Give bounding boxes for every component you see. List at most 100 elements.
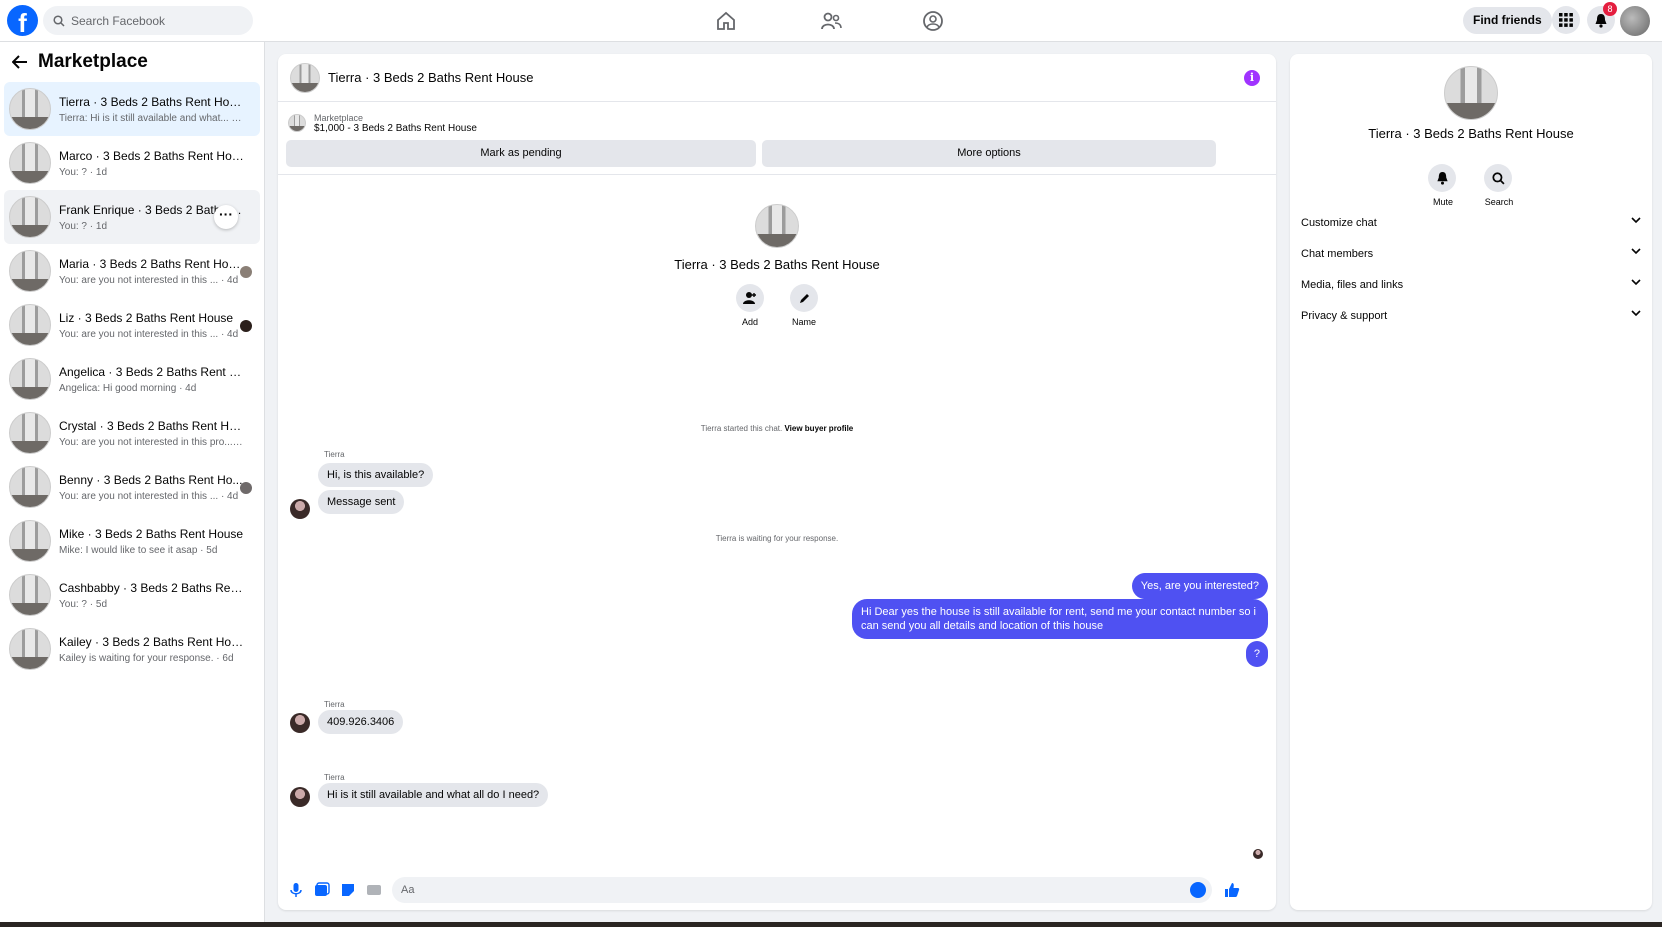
header-divider: [278, 174, 1276, 175]
chat-started-notice: Tierra started this chat. View buyer pro…: [278, 424, 1276, 433]
account-avatar[interactable]: [1620, 6, 1650, 36]
sender-avatar[interactable]: [290, 713, 310, 733]
incoming-message[interactable]: Message sent: [318, 490, 405, 514]
conversation-name: Angelica · 3 Beds 2 Baths Rent Ho...: [59, 364, 244, 379]
incoming-message[interactable]: Hi is it still available and what all do…: [318, 783, 549, 807]
details-profile-picture[interactable]: [1444, 66, 1498, 120]
emoji-icon[interactable]: [1190, 882, 1206, 898]
conversation-item[interactable]: Tierra · 3 Beds 2 Baths Rent House Tierra…: [4, 82, 260, 136]
conversation-snippet: Tierra: Hi is it still available and wha…: [59, 112, 244, 124]
facebook-logo[interactable]: f: [7, 5, 38, 36]
conversation-item[interactable]: Crystal · 3 Beds 2 Baths Rent House You: …: [4, 406, 260, 460]
sender-avatar[interactable]: [290, 499, 310, 519]
section-label: Customize chat: [1301, 217, 1377, 229]
conversation-item[interactable]: Frank Enrique · 3 Beds 2 Baths R... You: …: [4, 190, 260, 244]
top-navigation-bar: f Search Facebook Find friends 8: [0, 0, 1662, 42]
listing-actions: Mark as pending More options: [286, 140, 1268, 167]
conversation-thumbnail: [9, 196, 51, 238]
conversation-text: Angelica · 3 Beds 2 Baths Rent Ho... Ange…: [59, 365, 244, 394]
conversation-item[interactable]: Cashbabby · 3 Beds 2 Baths Rent ... You: …: [4, 568, 260, 622]
bell-icon: [1436, 171, 1448, 185]
listing-thumbnail[interactable]: [290, 62, 320, 93]
gif-icon[interactable]: [366, 882, 382, 898]
conversation-item[interactable]: Liz · 3 Beds 2 Baths Rent House You: are …: [4, 298, 260, 352]
message-input-placeholder: Aa: [401, 884, 415, 896]
conversation-name: Tierra · 3 Beds 2 Baths Rent House: [59, 94, 244, 109]
search-label: Search: [1484, 197, 1514, 207]
privacy-support-section[interactable]: Privacy & support: [1301, 310, 1641, 322]
conversation-snippet: You: are you not interested in this ... …: [59, 328, 239, 340]
sticker-icon[interactable]: [340, 882, 356, 898]
conversation-text: Cashbabby · 3 Beds 2 Baths Rent ... You: …: [59, 581, 244, 610]
details-name: Tierra · 3 Beds 2 Baths Rent House: [1368, 126, 1574, 141]
sender-name: Tierra: [324, 450, 345, 459]
sidebar-title: Marketplace: [38, 51, 148, 72]
message-composer: Aa: [278, 870, 1276, 910]
chat-profile: Tierra · 3 Beds 2 Baths Rent House Add N…: [278, 204, 1276, 327]
customize-chat-section[interactable]: Customize chat: [1301, 217, 1641, 229]
pencil-icon: [799, 293, 809, 303]
conversation-name: Crystal · 3 Beds 2 Baths Rent House: [59, 418, 244, 433]
outgoing-message[interactable]: Hi Dear yes the house is still available…: [852, 599, 1268, 639]
conversation-item[interactable]: Marco · 3 Beds 2 Baths Rent House You: ? …: [4, 136, 260, 190]
home-icon[interactable]: [715, 10, 737, 32]
incoming-message[interactable]: 409.926.3406: [318, 710, 404, 734]
chat-started-text: Tierra started this chat.: [700, 424, 783, 433]
add-people-button[interactable]: Add: [736, 284, 764, 327]
photo-icon[interactable]: [314, 882, 330, 898]
conversation-item[interactable]: Angelica · 3 Beds 2 Baths Rent Ho... Ange…: [4, 352, 260, 406]
chat-members-section[interactable]: Chat members: [1301, 248, 1641, 260]
conversation-text: Marco · 3 Beds 2 Baths Rent House You: ? …: [59, 149, 244, 178]
mute-label: Mute: [1432, 197, 1453, 207]
sender-avatar[interactable]: [290, 787, 310, 807]
listing-mini-thumbnail: [288, 114, 306, 132]
chat-title[interactable]: Tierra · 3 Beds 2 Baths Rent House: [328, 70, 533, 85]
conversation-text: Liz · 3 Beds 2 Baths Rent House You: are …: [59, 311, 244, 340]
groups-icon[interactable]: [922, 10, 944, 32]
conversation-item[interactable]: Maria · 3 Beds 2 Baths Rent Hou... You: a…: [4, 244, 260, 298]
incoming-message[interactable]: Hi, is this available?: [318, 463, 434, 487]
details-actions: Mute Search: [1290, 164, 1652, 207]
conversation-thumbnail: [9, 88, 51, 130]
chevron-down-icon: [1631, 248, 1641, 255]
search-input[interactable]: Search Facebook: [43, 6, 253, 35]
conversation-thumbnail: [9, 628, 51, 670]
conversation-text: Mike · 3 Beds 2 Baths Rent House Mike: I …: [59, 527, 244, 556]
conversation-item[interactable]: Mike · 3 Beds 2 Baths Rent House Mike: I …: [4, 514, 260, 568]
menu-button[interactable]: [1552, 6, 1580, 34]
outgoing-message[interactable]: Yes, are you interested?: [1131, 573, 1268, 599]
mute-button[interactable]: Mute: [1428, 164, 1458, 207]
notification-badge: 8: [1603, 2, 1617, 16]
mark-as-pending-button[interactable]: Mark as pending: [286, 140, 756, 167]
chat-profile-picture[interactable]: [755, 204, 799, 248]
find-friends-button[interactable]: Find friends: [1463, 7, 1552, 34]
edit-name-button[interactable]: Name: [790, 284, 818, 327]
conversation-thumbnail: [9, 412, 51, 454]
message-input[interactable]: Aa: [392, 877, 1212, 903]
read-receipt-avatar: [240, 266, 252, 278]
sender-name: Tierra: [324, 773, 345, 782]
conversation-item[interactable]: Kailey · 3 Beds 2 Baths Rent House Kailey…: [4, 622, 260, 676]
conversation-name: Kailey · 3 Beds 2 Baths Rent House: [59, 634, 244, 649]
section-label: Media, files and links: [1301, 279, 1404, 291]
outgoing-message[interactable]: ?: [1245, 641, 1268, 667]
back-arrow-icon[interactable]: [12, 55, 28, 69]
more-options-button[interactable]: More options: [762, 140, 1216, 167]
conversation-thumbnail: [9, 574, 51, 616]
media-files-links-section[interactable]: Media, files and links: [1301, 279, 1641, 291]
conversation-name: Cashbabby · 3 Beds 2 Baths Rent ...: [59, 580, 244, 595]
more-options-icon[interactable]: ···: [214, 205, 238, 229]
conversation-text: Maria · 3 Beds 2 Baths Rent Hou... You: a…: [59, 257, 244, 286]
microphone-icon[interactable]: [288, 882, 304, 898]
view-buyer-profile-link[interactable]: View buyer profile: [784, 424, 853, 433]
info-icon[interactable]: i: [1244, 70, 1260, 86]
conversation-item[interactable]: Benny · 3 Beds 2 Baths Rent Ho... You: ar…: [4, 460, 260, 514]
search-placeholder: Search Facebook: [71, 13, 166, 28]
marketplace-listing-row[interactable]: Marketplace $1,000 - 3 Beds 2 Baths Rent…: [278, 102, 1276, 138]
thumbs-up-icon[interactable]: [1224, 882, 1240, 898]
friends-icon[interactable]: [820, 10, 842, 32]
search-in-chat-button[interactable]: Search: [1484, 164, 1514, 207]
section-label: Privacy & support: [1301, 310, 1388, 322]
conversation-thumbnail: [9, 358, 51, 400]
conversation-snippet: You: ? · 1d: [59, 166, 108, 178]
